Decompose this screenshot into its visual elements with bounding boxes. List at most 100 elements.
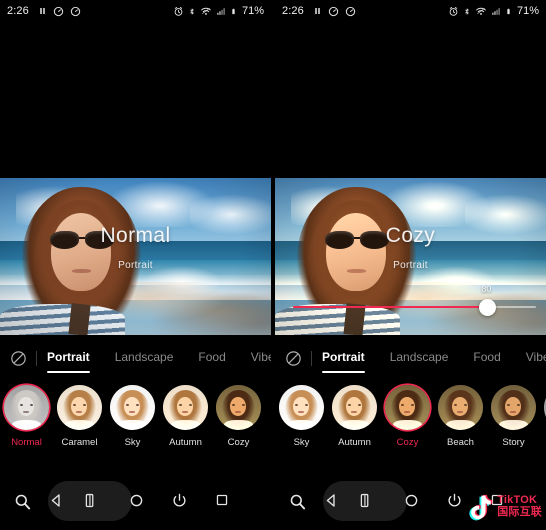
- tab-landscape[interactable]: Landscape: [390, 350, 449, 366]
- filter-name-overlay: Normal: [100, 224, 171, 247]
- signal-icon: [216, 6, 226, 17]
- tab-divider: [36, 350, 37, 366]
- filter-intensity-slider[interactable]: 80: [293, 284, 536, 319]
- photo-preview[interactable]: Normal Portrait: [0, 178, 271, 335]
- status-right-icons: 71%: [448, 5, 539, 17]
- nav-home-icon[interactable]: [128, 492, 145, 509]
- nav-back-icon[interactable]: [48, 492, 65, 509]
- filter-item-autumn[interactable]: Autumn: [328, 385, 381, 448]
- filter-thumbnail[interactable]: [438, 385, 483, 430]
- tab-portrait[interactable]: Portrait: [47, 350, 90, 373]
- phone-panel-left: 2:26 71% Normal Portrait Portrait Landscape Fo…: [0, 0, 271, 530]
- filter-thumbnail[interactable]: [332, 385, 377, 430]
- status-left-icons: [38, 6, 81, 17]
- viewfinder-letterbox-top: [0, 22, 271, 178]
- status-time: 2:26: [7, 5, 29, 17]
- filter-label: Cozy: [396, 437, 419, 448]
- filter-category-tabs: Portrait Landscape Food Vibe: [0, 335, 271, 381]
- tab-food[interactable]: Food: [198, 350, 225, 366]
- screenshot-root: 2:26 71% Normal Portrait Portrait Landscape Fo…: [0, 0, 546, 530]
- filter-item-partial[interactable]: [540, 385, 546, 437]
- signal-icon: [491, 6, 501, 17]
- filter-item-sky[interactable]: Sky: [106, 385, 159, 448]
- filter-label: Sky: [124, 437, 141, 448]
- filter-thumbnail[interactable]: [279, 385, 324, 430]
- nav-screenshot-icon[interactable]: [81, 492, 98, 509]
- status-time: 2:26: [282, 5, 304, 17]
- tab-portrait[interactable]: Portrait: [322, 350, 365, 373]
- nav-search-icon[interactable]: [13, 492, 32, 511]
- tab-landscape[interactable]: Landscape: [115, 350, 174, 366]
- bluetooth-icon: [463, 6, 471, 17]
- filter-label: Story: [502, 437, 525, 448]
- filter-label: Normal: [11, 437, 42, 448]
- battery-icon: [230, 6, 237, 17]
- filter-thumbnail[interactable]: [57, 385, 102, 430]
- status-left-icons: [313, 6, 356, 17]
- filter-thumbnail[interactable]: [110, 385, 155, 430]
- viewfinder-letterbox-top: [275, 22, 546, 178]
- slider-fill: [293, 306, 488, 308]
- filter-label: Autumn: [169, 437, 202, 448]
- slider-value: 80: [481, 284, 492, 294]
- speedometer-icon: [53, 6, 64, 17]
- nav-power-icon[interactable]: [171, 492, 188, 509]
- battery-icon: [505, 6, 512, 17]
- filter-label: Beach: [447, 437, 474, 448]
- pause-icon: [38, 6, 47, 16]
- no-filter-icon[interactable]: [285, 350, 302, 367]
- system-nav-bar: [275, 472, 546, 530]
- filter-category-overlay: Portrait: [118, 260, 153, 271]
- filter-label: Cozy: [227, 437, 250, 448]
- filter-item-story[interactable]: Story: [487, 385, 540, 448]
- filter-item-normal[interactable]: Normal: [0, 385, 53, 448]
- nav-screenshot-icon[interactable]: [356, 492, 373, 509]
- status-bar: 2:26 71%: [275, 0, 546, 22]
- nav-search-icon[interactable]: [288, 492, 307, 511]
- tab-vibe[interactable]: Vibe: [526, 350, 546, 366]
- filter-thumbnail-strip[interactable]: Sky Autumn Cozy Beach Story: [275, 381, 546, 453]
- status-bar: 2:26 71%: [0, 0, 271, 22]
- filter-thumbnail[interactable]: [163, 385, 208, 430]
- tab-food[interactable]: Food: [473, 350, 500, 366]
- filter-label: Sky: [293, 437, 310, 448]
- filter-item-beach[interactable]: Beach: [434, 385, 487, 448]
- bluetooth-icon: [188, 6, 196, 17]
- status-right-icons: 71%: [173, 5, 264, 17]
- nav-home-icon[interactable]: [403, 492, 420, 509]
- filter-thumbnail[interactable]: [491, 385, 536, 430]
- filter-thumbnail[interactable]: [385, 385, 430, 430]
- filter-item-cozy[interactable]: Cozy: [212, 385, 265, 448]
- nav-power-icon[interactable]: [446, 492, 463, 509]
- alarm-icon: [173, 6, 184, 17]
- photo-preview[interactable]: Cozy Portrait 80: [275, 178, 546, 335]
- slider-thumb[interactable]: [479, 299, 497, 316]
- filter-label: Autumn: [338, 437, 371, 448]
- nav-recents-icon[interactable]: [214, 492, 230, 508]
- speedometer-icon: [345, 6, 356, 17]
- filter-item-cozy[interactable]: Cozy: [381, 385, 434, 448]
- nav-recents-icon[interactable]: [489, 492, 505, 508]
- alarm-icon: [448, 6, 459, 17]
- filter-thumbnail[interactable]: [4, 385, 49, 430]
- speedometer-icon: [70, 6, 81, 17]
- filter-thumbnail[interactable]: [216, 385, 261, 430]
- tab-vibe[interactable]: Vibe: [251, 350, 271, 366]
- filter-item-autumn[interactable]: Autumn: [159, 385, 212, 448]
- battery-percent: 71%: [241, 5, 264, 17]
- system-nav-bar: [0, 472, 271, 530]
- nav-back-icon[interactable]: [323, 492, 340, 509]
- no-filter-icon[interactable]: [10, 350, 27, 367]
- wifi-icon: [200, 6, 212, 17]
- filter-name-overlay: Cozy: [385, 224, 436, 247]
- filter-item-caramel[interactable]: Caramel: [53, 385, 106, 448]
- filter-thumbnail-strip[interactable]: Normal Caramel Sky Autumn Cozy: [0, 381, 271, 453]
- photo-scene: [0, 178, 271, 335]
- filter-label: Caramel: [61, 437, 98, 448]
- filter-item-sky[interactable]: Sky: [275, 385, 328, 448]
- tab-divider: [311, 350, 312, 366]
- battery-percent: 71%: [516, 5, 539, 17]
- pause-icon: [313, 6, 322, 16]
- filter-category-tabs: Portrait Landscape Food Vibe: [275, 335, 546, 381]
- speedometer-icon: [328, 6, 339, 17]
